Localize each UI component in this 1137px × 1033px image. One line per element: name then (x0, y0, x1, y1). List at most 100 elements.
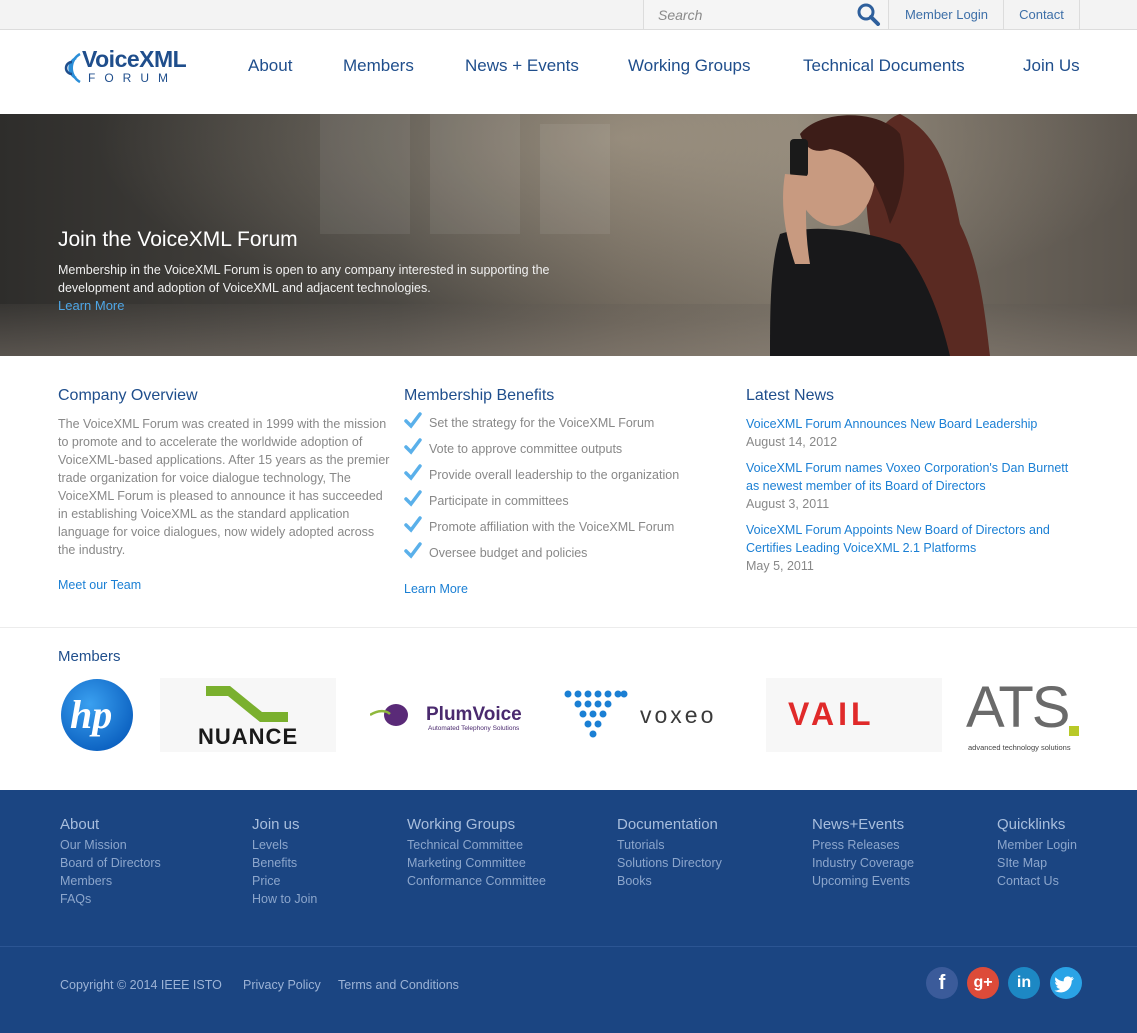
news-title-link[interactable]: VoiceXML Forum Appoints New Board of Dir… (746, 521, 1076, 557)
hp-logo[interactable]: hp (60, 678, 134, 752)
footer-heading: Join us (252, 816, 300, 833)
hero-woman-photo (770, 114, 990, 356)
footer-link[interactable]: SIte Map (997, 854, 1077, 872)
contact-link[interactable]: Contact (1003, 0, 1080, 29)
hero-window-shape (430, 114, 520, 234)
privacy-policy-link[interactable]: Privacy Policy (243, 978, 321, 992)
footer-link[interactable]: Contact Us (997, 872, 1077, 890)
news-item: VoiceXML Forum names Voxeo Corporation's… (746, 459, 1076, 513)
plumvoice-logo-text: PlumVoice (426, 704, 522, 725)
footer-link[interactable]: Marketing Committee (407, 854, 546, 872)
linkedin-icon[interactable]: in (1008, 967, 1040, 999)
footer-link[interactable]: Board of Directors (60, 854, 161, 872)
nav-about[interactable]: About (248, 56, 292, 76)
ats-logo[interactable]: ATS advanced technology solutions (966, 675, 1084, 752)
footer-link[interactable]: Benefits (252, 854, 317, 872)
nuance-logo-text: NUANCE (198, 724, 299, 749)
nav-join-us[interactable]: Join Us (1023, 56, 1080, 76)
footer-heading: About (60, 816, 100, 833)
linkedin-icon-glyph: in (1016, 974, 1032, 991)
ats-logo-dot (1069, 726, 1079, 736)
search-icon[interactable] (856, 2, 882, 26)
twitter-bird-icon (1054, 976, 1074, 993)
nav-working-groups[interactable]: Working Groups (628, 56, 751, 76)
copyright-text: Copyright © 2014 IEEE ISTO (60, 978, 222, 992)
footer-link[interactable]: Upcoming Events (812, 872, 914, 890)
vail-logo-text: VAIL (788, 696, 875, 732)
footer-link[interactable]: Price (252, 872, 317, 890)
footer-link[interactable]: FAQs (60, 890, 161, 908)
benefits-learn-more-link[interactable]: Learn More (404, 582, 468, 596)
membership-benefits-title: Membership Benefits (404, 387, 555, 404)
footer-heading: Working Groups (407, 816, 516, 833)
terms-conditions-link[interactable]: Terms and Conditions (338, 978, 459, 992)
benefit-label: Promote affiliation with the VoiceXML Fo… (429, 520, 675, 534)
footer-column-about: About Our Mission Board of Directors Mem… (60, 816, 161, 908)
news-title-link[interactable]: VoiceXML Forum Announces New Board Leade… (746, 415, 1076, 433)
search-box (643, 0, 889, 29)
footer: About Our Mission Board of Directors Mem… (0, 790, 1137, 1033)
footer-heading: Quicklinks (997, 816, 1066, 833)
section-divider (0, 627, 1137, 628)
nav-technical-documents[interactable]: Technical Documents (803, 56, 965, 76)
footer-column-join-us: Join us Levels Benefits Price How to Joi… (252, 816, 317, 908)
footer-link[interactable]: Member Login (997, 836, 1077, 854)
twitter-icon[interactable] (1050, 967, 1082, 999)
benefit-label: Set the strategy for the VoiceXML Forum (429, 416, 655, 430)
plumvoice-logo[interactable]: PlumVoice Automated Telephony Solutions (362, 678, 538, 752)
plumvoice-mark-icon (370, 704, 408, 726)
benefit-label: Vote to approve committee outputs (429, 442, 623, 456)
ats-logo-text: ATS (966, 675, 1070, 740)
hp-logo-text: hp (70, 692, 113, 737)
nuance-logo[interactable]: NUANCE (160, 678, 336, 752)
footer-column-working-groups: Working Groups Technical Committee Marke… (407, 816, 546, 890)
footer-link[interactable]: How to Join (252, 890, 317, 908)
vail-logo[interactable]: VAIL (766, 678, 942, 752)
footer-link[interactable]: Our Mission (60, 836, 161, 854)
footer-link[interactable]: Tutorials (617, 836, 722, 854)
news-date: May 5, 2011 (746, 559, 814, 573)
logo-text: VoiceXML (82, 46, 187, 72)
benefit-label: Oversee budget and policies (429, 546, 588, 560)
check-icon (404, 542, 422, 559)
nuance-mark-icon (206, 686, 288, 722)
nav-news-events[interactable]: News + Events (465, 56, 579, 76)
footer-heading: Documentation (617, 816, 718, 833)
voicexml-forum-logo[interactable]: VoiceXML FORUM (58, 46, 208, 90)
hero-learn-more-link[interactable]: Learn More (58, 298, 124, 313)
news-date: August 3, 2011 (746, 497, 830, 511)
google-plus-icon[interactable]: g+ (967, 967, 999, 999)
voxeo-mark-icon (564, 690, 628, 738)
logo-subtext: FORUM (88, 71, 177, 85)
search-input[interactable] (656, 4, 850, 26)
check-icon (404, 412, 422, 429)
news-title-link[interactable]: VoiceXML Forum names Voxeo Corporation's… (746, 459, 1076, 495)
benefit-label: Provide overall leadership to the organi… (429, 468, 680, 482)
facebook-icon-glyph: f (938, 972, 946, 994)
footer-link[interactable]: Books (617, 872, 722, 890)
member-login-link[interactable]: Member Login (888, 0, 1004, 29)
news-date: August 14, 2012 (746, 435, 838, 449)
footer-link[interactable]: Industry Coverage (812, 854, 914, 872)
meet-our-team-link[interactable]: Meet our Team (58, 578, 141, 592)
facebook-icon[interactable]: f (926, 967, 958, 999)
voxeo-logo[interactable]: voxeo (564, 678, 740, 752)
footer-link[interactable]: Technical Committee (407, 836, 546, 854)
nav-members[interactable]: Members (343, 56, 414, 76)
company-overview-title: Company Overview (58, 387, 198, 404)
members-title: Members (58, 648, 121, 665)
latest-news-title: Latest News (746, 387, 835, 404)
ats-logo-subtext: advanced technology solutions (968, 743, 1071, 752)
hero-window-shape (320, 114, 410, 234)
footer-link[interactable]: Members (60, 872, 161, 890)
check-icon (404, 516, 422, 533)
hero-title: Join the VoiceXML Forum (58, 228, 298, 251)
company-overview-text: The VoiceXML Forum was created in 1999 w… (58, 417, 390, 557)
footer-link[interactable]: Conformance Committee (407, 872, 546, 890)
check-icon (404, 438, 422, 455)
footer-link[interactable]: Solutions Directory (617, 854, 722, 872)
footer-link[interactable]: Press Releases (812, 836, 914, 854)
footer-column-documentation: Documentation Tutorials Solutions Direct… (617, 816, 722, 890)
hero-text: Membership in the VoiceXML Forum is open… (58, 263, 550, 295)
footer-link[interactable]: Levels (252, 836, 317, 854)
